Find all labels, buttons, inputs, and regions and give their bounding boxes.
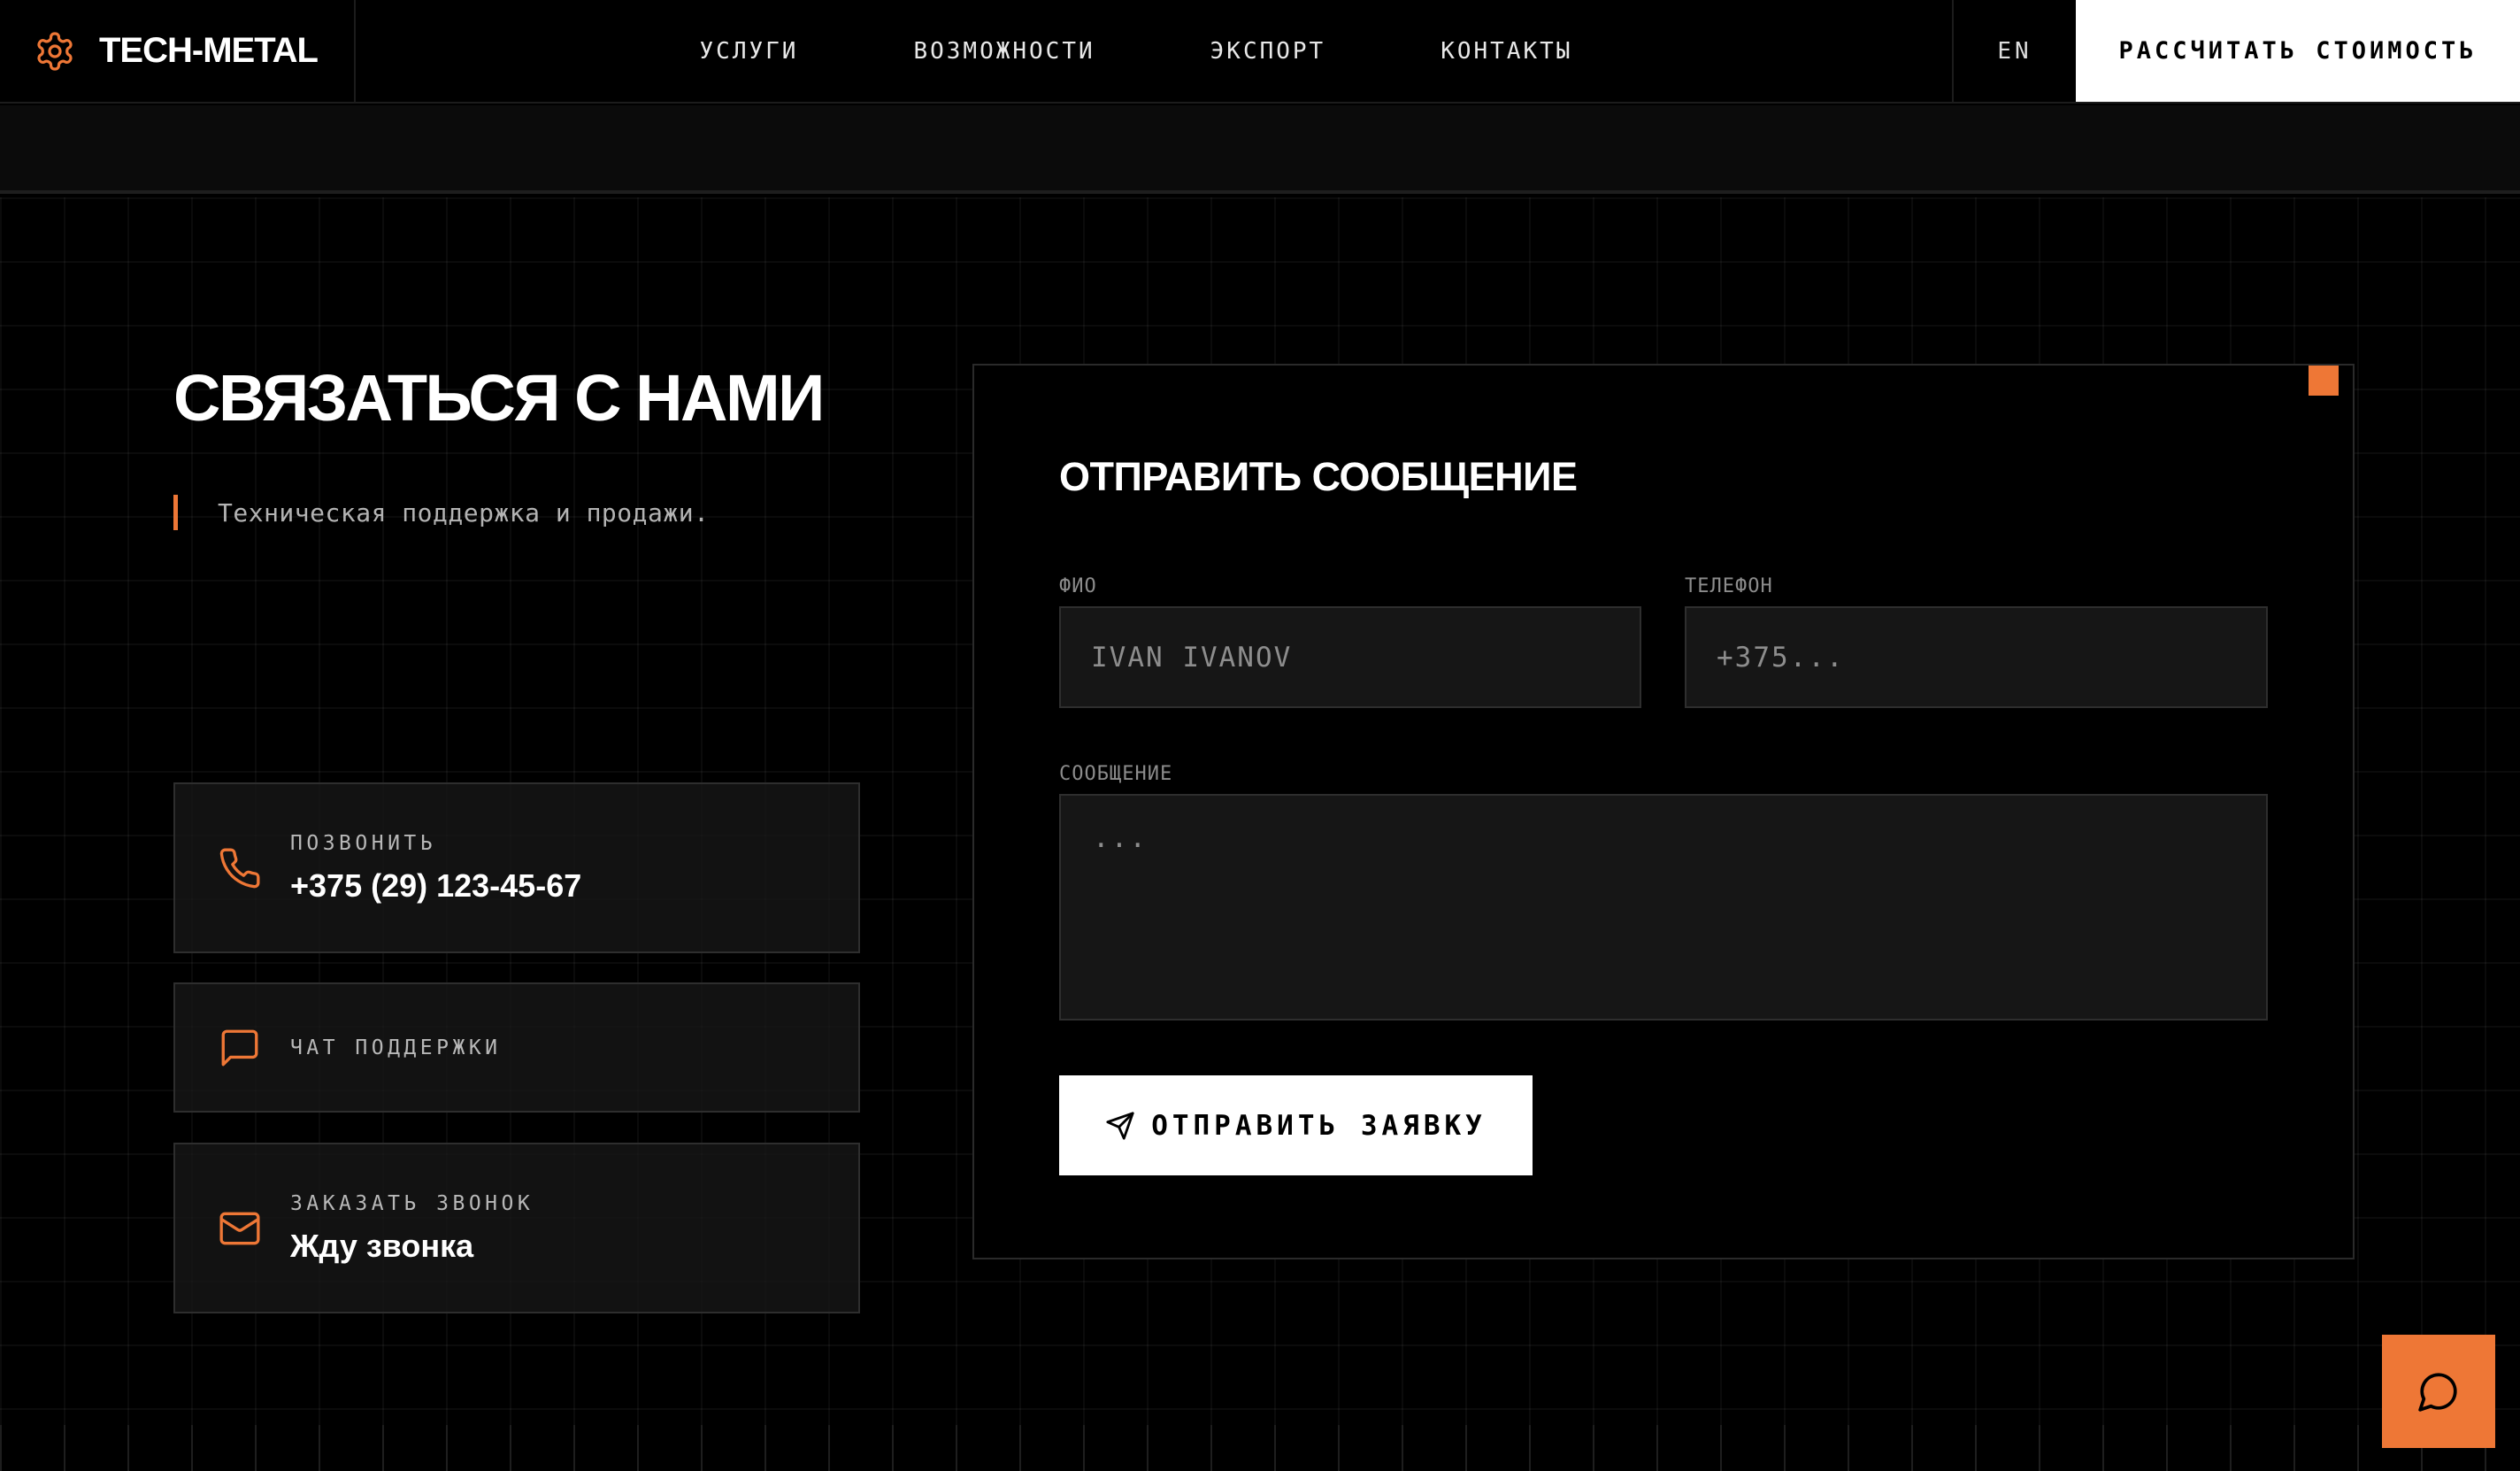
card-label: ЧАТ ПОДДЕРЖКИ [290, 1036, 502, 1059]
page-title: СВЯЗАТЬСЯ С НАМИ [173, 361, 825, 435]
contact-info: СВЯЗАТЬСЯ С НАМИ Техническая поддержка и… [173, 361, 860, 1313]
chat-bubble-icon [2418, 1373, 2457, 1412]
subtitle-text: Техническая поддержка и продажи. [218, 497, 710, 528]
phone-input[interactable] [1685, 606, 2268, 708]
chat-icon [221, 1029, 258, 1066]
calculate-cost-button[interactable]: РАССЧИТАТЬ СТОИМОСТЬ [2076, 0, 2520, 102]
mail-icon [219, 1212, 260, 1244]
request-call-card[interactable]: ЗАКАЗАТЬ ЗВОНОК Жду звонка [173, 1143, 860, 1313]
chat-launcher-button[interactable] [2382, 1335, 2495, 1448]
name-input[interactable] [1059, 606, 1641, 708]
message-label: СООБЩЕНИЕ [1059, 763, 1173, 785]
call-card-text: ПОЗВОНИТЬ +375 (29) 123-45-67 [290, 832, 581, 905]
nav-item-contacts[interactable]: КОНТАКТЫ [1441, 38, 1572, 65]
send-icon [1106, 1111, 1134, 1140]
message-textarea[interactable] [1059, 794, 2268, 1020]
name-label: ФИО [1059, 575, 1097, 597]
form-title: ОТПРАВИТЬ СООБЩЕНИЕ [1059, 454, 1578, 499]
nav-item-capabilities[interactable]: ВОЗМОЖНОСТИ [913, 38, 1095, 65]
card-label: ЗАКАЗАТЬ ЗВОНОК [290, 1191, 534, 1215]
site-header: TECH-METAL УСЛУГИ ВОЗМОЖНОСТИ ЭКСПОРТ КО… [0, 0, 2520, 104]
support-chat-card[interactable]: ЧАТ ПОДДЕРЖКИ [173, 982, 860, 1113]
gear-icon [37, 31, 73, 71]
submit-request-button[interactable]: ОТПРАВИТЬ ЗАЯВКУ [1059, 1075, 1533, 1175]
accent-corner [2309, 366, 2339, 396]
nav-item-services[interactable]: УСЛУГИ [700, 38, 799, 65]
message-form-panel: ОТПРАВИТЬ СООБЩЕНИЕ ФИО ТЕЛЕФОН СООБЩЕНИ… [972, 364, 2355, 1259]
footer-grid-band [0, 1425, 2520, 1471]
accent-bar [173, 495, 178, 530]
brand-name: TECH-METAL [99, 31, 319, 70]
submit-label: ОТПРАВИТЬ ЗАЯВКУ [1151, 1109, 1487, 1142]
language-switch[interactable]: EN [1952, 0, 2076, 102]
phone-label: ТЕЛЕФОН [1685, 575, 1773, 597]
card-label: ПОЗВОНИТЬ [290, 831, 437, 855]
phone-number: +375 (29) 123-45-67 [290, 866, 582, 904]
nav-item-export[interactable]: ЭКСПОРТ [1210, 38, 1326, 65]
section-subtitle: Техническая поддержка и продажи. [173, 495, 860, 530]
call-card[interactable]: ПОЗВОНИТЬ +375 (29) 123-45-67 [173, 782, 860, 953]
sub-header-band [0, 105, 2520, 194]
brand-logo[interactable]: TECH-METAL [0, 0, 356, 102]
request-call-card-text: ЗАКАЗАТЬ ЗВОНОК Жду звонка [290, 1192, 534, 1265]
request-call-value: Жду звонка [290, 1227, 474, 1264]
chat-card-text: ЧАТ ПОДДЕРЖКИ [290, 1036, 502, 1059]
phone-icon [219, 848, 260, 888]
contact-section: СВЯЗАТЬСЯ С НАМИ Техническая поддержка и… [0, 197, 2520, 1471]
main-nav: УСЛУГИ ВОЗМОЖНОСТИ ЭКСПОРТ КОНТАКТЫ [356, 0, 1952, 102]
